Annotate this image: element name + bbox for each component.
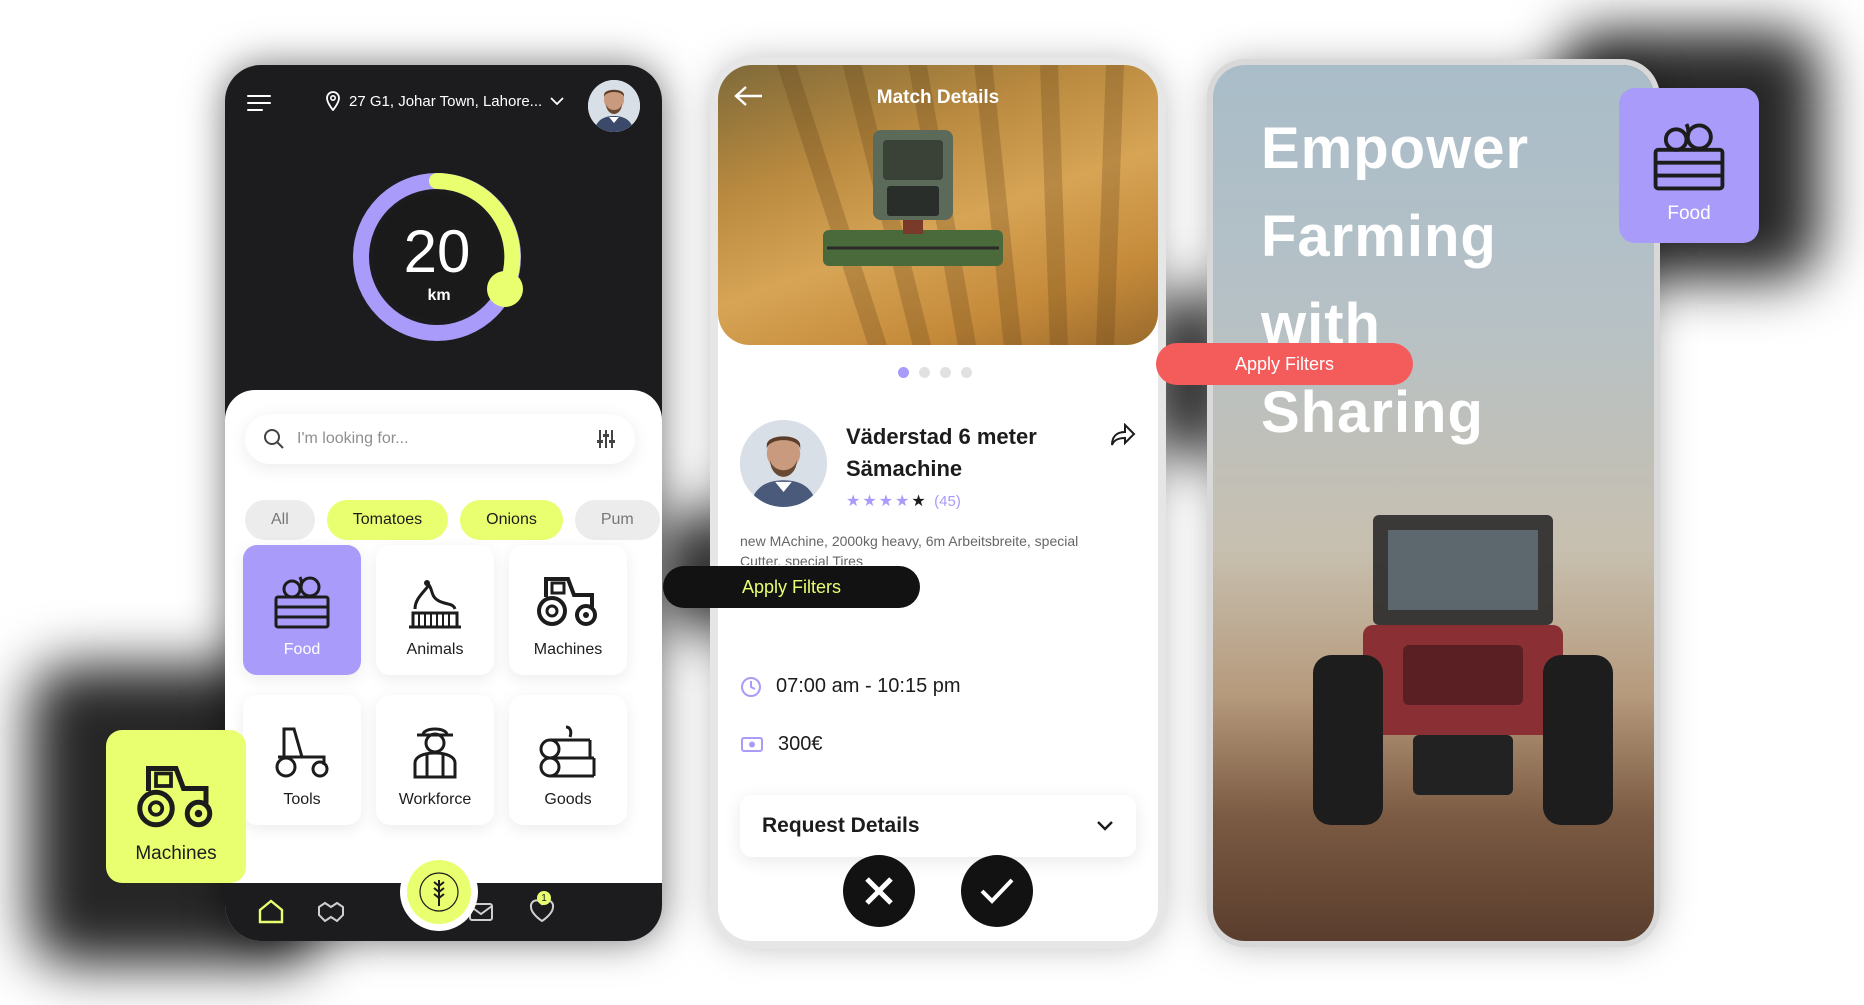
combine-harvester-illustration bbox=[823, 130, 1003, 266]
chip-pumpkin[interactable]: Pum bbox=[574, 500, 660, 540]
carousel-dot[interactable] bbox=[919, 367, 930, 378]
animals-icon bbox=[409, 580, 461, 629]
chevron-down-icon bbox=[550, 97, 564, 106]
home-screen-phone: 27 G1, Johar Town, Lahore... 20 km I'm l… bbox=[225, 65, 662, 941]
apply-filters-button-dark[interactable]: Apply Filters bbox=[663, 566, 920, 608]
hero-line: Farming bbox=[1261, 204, 1497, 269]
harvester-image: Match Details bbox=[718, 65, 1158, 345]
carousel-dot[interactable] bbox=[898, 367, 909, 378]
time-row: 07:00 am - 10:15 pm bbox=[740, 675, 961, 698]
category-goods[interactable]: Goods bbox=[509, 695, 627, 825]
wheat-logo-icon bbox=[419, 872, 459, 912]
money-icon bbox=[741, 736, 763, 752]
home-header: 27 G1, Johar Town, Lahore... 20 km bbox=[225, 65, 662, 395]
close-icon bbox=[865, 877, 893, 905]
category-label: Workforce bbox=[398, 791, 472, 808]
search-input[interactable]: I'm looking for... bbox=[245, 414, 635, 464]
check-icon bbox=[980, 878, 1014, 904]
tractor-icon bbox=[537, 577, 597, 626]
category-machines[interactable]: Machines bbox=[509, 545, 627, 675]
notification-badge: 1 bbox=[537, 891, 551, 905]
distance-value: 20 bbox=[403, 218, 471, 285]
match-details-phone: Match Details Väderstad 6 meter Sämachin… bbox=[718, 65, 1158, 941]
location-selector[interactable]: 27 G1, Johar Town, Lahore... bbox=[325, 91, 564, 111]
carousel-dot[interactable] bbox=[940, 367, 951, 378]
machines-category-card[interactable]: Machines bbox=[106, 730, 246, 883]
home-icon[interactable] bbox=[257, 897, 285, 925]
food-crate-icon bbox=[1653, 123, 1725, 191]
carousel-dots bbox=[898, 367, 972, 378]
food-category-card[interactable]: Food bbox=[1619, 88, 1759, 243]
rating-stars: ★★★★★ (45) bbox=[846, 493, 961, 510]
seller-avatar bbox=[740, 420, 827, 507]
category-food[interactable]: Food bbox=[243, 545, 361, 675]
food-card-label: Food bbox=[1667, 203, 1711, 224]
price-row: 300€ bbox=[740, 733, 823, 756]
avatar[interactable] bbox=[588, 80, 640, 132]
apply-filters-button-red[interactable]: Apply Filters bbox=[1156, 343, 1413, 385]
category-workforce[interactable]: Workforce bbox=[376, 695, 494, 825]
listing-description: new MAchine, 2000kg heavy, 6m Arbeitsbre… bbox=[740, 533, 1079, 565]
share-icon[interactable] bbox=[1110, 423, 1136, 447]
price: 300€ bbox=[778, 733, 823, 755]
category-label: Food bbox=[283, 641, 321, 658]
tractor-photo-illustration bbox=[1313, 515, 1613, 825]
request-details-label: Request Details bbox=[762, 814, 920, 837]
handshake-icon[interactable] bbox=[317, 897, 345, 925]
chevron-down-icon bbox=[1097, 821, 1113, 831]
clock-icon bbox=[741, 676, 761, 697]
category-label: Machines bbox=[533, 641, 603, 658]
logs-icon bbox=[539, 725, 596, 778]
chip-tomatoes[interactable]: Tomatoes bbox=[326, 500, 449, 540]
filter-chips: All Tomatoes Onions Pum bbox=[245, 500, 662, 540]
filter-sliders-icon[interactable] bbox=[595, 428, 617, 450]
farmsharing-logo-button[interactable] bbox=[400, 853, 478, 931]
search-icon bbox=[264, 429, 284, 449]
carousel-dot[interactable] bbox=[961, 367, 972, 378]
category-label: Goods bbox=[544, 791, 592, 808]
location-pin-icon bbox=[326, 91, 340, 111]
category-tools[interactable]: Tools bbox=[243, 695, 361, 825]
category-label: Animals bbox=[406, 641, 464, 658]
location-text: 27 G1, Johar Town, Lahore... bbox=[349, 92, 543, 110]
search-placeholder: I'm looking for... bbox=[297, 430, 409, 447]
food-crate-icon bbox=[274, 576, 330, 629]
hero-line: Empower bbox=[1261, 116, 1530, 181]
chip-all[interactable]: All bbox=[245, 500, 315, 540]
request-details-dropdown[interactable]: Request Details bbox=[740, 795, 1136, 857]
distance-unit: km bbox=[427, 287, 451, 304]
menu-icon[interactable] bbox=[247, 95, 271, 113]
tractor-icon bbox=[137, 766, 213, 828]
rating-count: (45) bbox=[934, 493, 961, 510]
lawn-mower-icon bbox=[275, 727, 329, 778]
machines-card-label: Machines bbox=[135, 843, 217, 864]
accept-button[interactable] bbox=[961, 855, 1033, 927]
reject-button[interactable] bbox=[843, 855, 915, 927]
farmer-icon bbox=[413, 727, 457, 779]
hero-headline: Empower Farming with Sharing bbox=[1261, 105, 1529, 457]
match-header-title: Match Details bbox=[876, 87, 1000, 108]
category-label: Tools bbox=[283, 791, 321, 808]
listing-title: Väderstad 6 meter Sämachine bbox=[846, 424, 1037, 481]
time-range: 07:00 am - 10:15 pm bbox=[776, 675, 961, 697]
landing-phone: Empower Farming with Sharing bbox=[1213, 65, 1654, 941]
category-animals[interactable]: Animals bbox=[376, 545, 494, 675]
chip-onions[interactable]: Onions bbox=[460, 500, 563, 540]
